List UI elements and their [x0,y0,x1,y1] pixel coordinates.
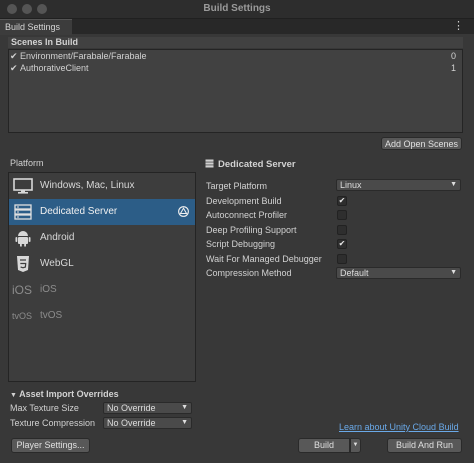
development-build-checkbox[interactable]: ✔ [337,196,347,206]
tvos-icon: tvOS [12,311,33,321]
dropdown-arrow-icon: ▼ [352,442,359,448]
autoconnect-profiler-checkbox[interactable] [337,210,347,220]
compression-method-dropdown[interactable]: Default ▼ [336,267,461,279]
platform-item-windows-mac-linux[interactable]: Windows, Mac, Linux [9,173,195,199]
platform-label: tvOS [40,310,63,321]
build-and-run-button[interactable]: Build And Run [387,438,462,453]
tab-build-settings[interactable]: Build Settings [0,19,72,35]
autoconnect-profiler-label: Autoconnect Profiler [206,210,288,220]
unity-cloud-build-link[interactable]: Learn about Unity Cloud Build [339,422,459,432]
platform-header: Platform [10,158,44,168]
build-options-dropdown[interactable]: ▼ [350,438,361,453]
html5-icon [17,256,29,272]
max-texture-size-dropdown[interactable]: No Override ▼ [103,402,192,414]
unity-logo-icon [178,206,189,217]
target-platform-value: Linux [340,180,362,190]
server-icon [14,204,32,220]
platform-label: iOS [40,284,57,295]
deep-profiling-support-label: Deep Profiling Support [206,225,297,235]
texture-compression-dropdown[interactable]: No Override ▼ [103,417,192,429]
platform-label: Windows, Mac, Linux [40,180,135,191]
texture-compression-value: No Override [107,418,156,428]
monitor-icon [13,178,33,194]
compression-method-label: Compression Method [206,268,292,278]
scene-index: 1 [450,63,456,73]
scene-row[interactable]: ✔ AuthorativeClient 1 [10,63,458,74]
platform-item-ios[interactable]: iOS iOS [9,277,195,303]
scene-name: AuthorativeClient [20,63,89,73]
target-platform-label: Target Platform [206,181,268,191]
texture-compression-label: Texture Compression [10,418,96,428]
scene-enabled-checkbox[interactable]: ✔ [10,63,20,74]
add-open-scenes-button[interactable]: Add Open Scenes [381,137,462,150]
target-platform-dropdown[interactable]: Linux ▼ [336,179,461,191]
asset-import-overrides-header[interactable]: ▼ Asset Import Overrides [10,389,119,399]
max-texture-size-label: Max Texture Size [10,403,79,413]
compression-method-value: Default [340,268,369,278]
ios-icon: iOS [12,283,33,297]
scenes-in-build-header: Scenes In Build [8,37,463,48]
wait-for-managed-debugger-label: Wait For Managed Debugger [206,254,322,264]
wait-for-managed-debugger-checkbox[interactable] [337,254,347,264]
platform-label: Android [40,232,75,243]
platform-label: Dedicated Server [40,206,118,217]
scene-name: Environment/Farabale/Farabale [20,51,147,61]
platform-item-webgl[interactable]: WebGL [9,251,195,277]
dropdown-arrow-icon: ▼ [450,181,457,188]
script-debugging-checkbox[interactable]: ✔ [337,239,347,249]
settings-title: Dedicated Server [218,159,296,170]
dropdown-arrow-icon: ▼ [181,404,188,411]
script-debugging-label: Script Debugging [206,239,276,249]
scene-index: 0 [450,51,456,61]
platform-label: WebGL [40,258,74,269]
asset-import-overrides-title: Asset Import Overrides [19,389,119,399]
build-button[interactable]: Build [298,438,350,453]
more-options-icon[interactable]: ⋮ [453,19,464,32]
server-settings-icon [205,159,214,168]
dropdown-arrow-icon: ▼ [181,419,188,426]
platform-item-tvos[interactable]: tvOS tvOS [9,303,195,329]
max-texture-size-value: No Override [107,403,156,413]
android-icon [15,231,31,247]
development-build-label: Development Build [206,196,282,206]
scene-enabled-checkbox[interactable]: ✔ [10,51,20,62]
platform-item-android[interactable]: Android [9,225,195,251]
platform-item-dedicated-server[interactable]: Dedicated Server [9,199,195,225]
dropdown-arrow-icon: ▼ [450,269,457,276]
deep-profiling-support-checkbox[interactable] [337,225,347,235]
window-title: Build Settings [203,3,271,14]
collapse-arrow-icon[interactable]: ▼ [10,392,17,399]
scene-row[interactable]: ✔ Environment/Farabale/Farabale 0 [10,51,458,62]
player-settings-button[interactable]: Player Settings... [11,438,90,453]
